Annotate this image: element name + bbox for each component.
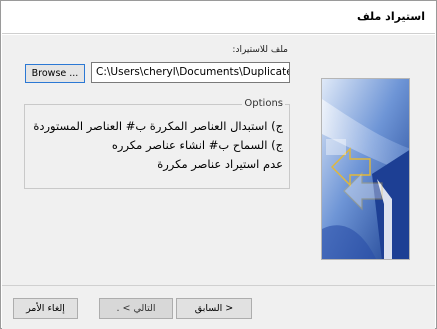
browse-button[interactable]: Browse ... <box>25 64 85 83</box>
option-do-not-import-duplicates[interactable]: عدم استيراد عناصر مكررة <box>157 157 283 171</box>
dialog-body: ملف للاستيراد: C:\Users\cheryl\Documents… <box>2 35 435 285</box>
options-group: Options ج) استبدال العناصر المكررة ب# ال… <box>24 98 290 189</box>
import-file-dialog: استيراد ملف ملف للاستيراد: C:\Users\cher… <box>0 0 437 329</box>
options-legend: Options <box>242 98 285 109</box>
back-button[interactable]: < السابق <box>176 298 252 319</box>
next-button[interactable]: التالي > . <box>99 298 173 319</box>
wizard-graphic-art <box>322 79 409 259</box>
file-path-input[interactable]: C:\Users\cheryl\Documents\Duplicates.CS <box>91 62 290 83</box>
file-to-import-label: ملف للاستيراد: <box>232 45 288 55</box>
dialog-title: استيراد ملف <box>356 10 425 23</box>
dialog-footer: إلغاء الأمر التالي > . < السابق <box>2 285 435 329</box>
option-allow-duplicates[interactable]: ج) السماح ب# انشاء عناصر مكرره <box>112 138 283 152</box>
cancel-button[interactable]: إلغاء الأمر <box>13 298 78 319</box>
option-replace-duplicates[interactable]: ج) استبدال العناصر المكررة ب# العناصر ال… <box>33 119 283 133</box>
dialog-header: استيراد ملف <box>2 2 435 34</box>
wizard-graphic <box>321 78 410 260</box>
